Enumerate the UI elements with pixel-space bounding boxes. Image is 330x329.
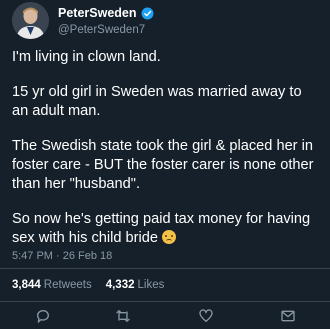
retweet-icon[interactable] (115, 308, 131, 324)
likes-count: 4,332 (105, 279, 135, 291)
name-row: PeterSweden (58, 6, 154, 20)
like-icon[interactable] (198, 308, 214, 324)
handle[interactable]: @PeterSweden7 (58, 23, 145, 37)
retweets-label: Retweets (43, 279, 92, 291)
retweets-count: 3,844 (12, 279, 41, 291)
timestamp[interactable]: 5:47 PM · 26 Feb 18 (12, 250, 112, 262)
share-icon[interactable] (280, 308, 296, 324)
retweets-stat[interactable]: 3,844 Retweets (12, 279, 92, 291)
likes-label: Likes (137, 279, 165, 291)
avatar[interactable] (12, 2, 49, 39)
divider (0, 301, 330, 302)
tweet-actions (0, 304, 330, 328)
tweet-paragraph: So now he's getting paid tax money for h… (12, 211, 311, 246)
engagement-stats: 3,844 Retweets 4,332 Likes (12, 279, 164, 291)
tweet-paragraph: I'm living in clown land. (12, 49, 161, 65)
likes-stat[interactable]: 4,332 Likes (106, 279, 165, 291)
reply-icon[interactable] (35, 308, 51, 324)
divider (0, 268, 330, 269)
tweet-text: I'm living in clown land. 15 yr old girl… (12, 48, 324, 248)
display-name[interactable]: PeterSweden (58, 6, 137, 20)
tweet-paragraph: 15 yr old girl in Sweden was married awa… (12, 84, 302, 119)
tweet-paragraph: The Swedish state took the girl & placed… (12, 138, 314, 192)
verified-badge-icon (141, 7, 154, 20)
tweet-header: PeterSweden @PeterSweden7 (12, 2, 318, 42)
pensive-face-emoji (162, 230, 177, 244)
tweet-paragraph-last: So now he's getting paid tax money for h… (12, 210, 324, 248)
